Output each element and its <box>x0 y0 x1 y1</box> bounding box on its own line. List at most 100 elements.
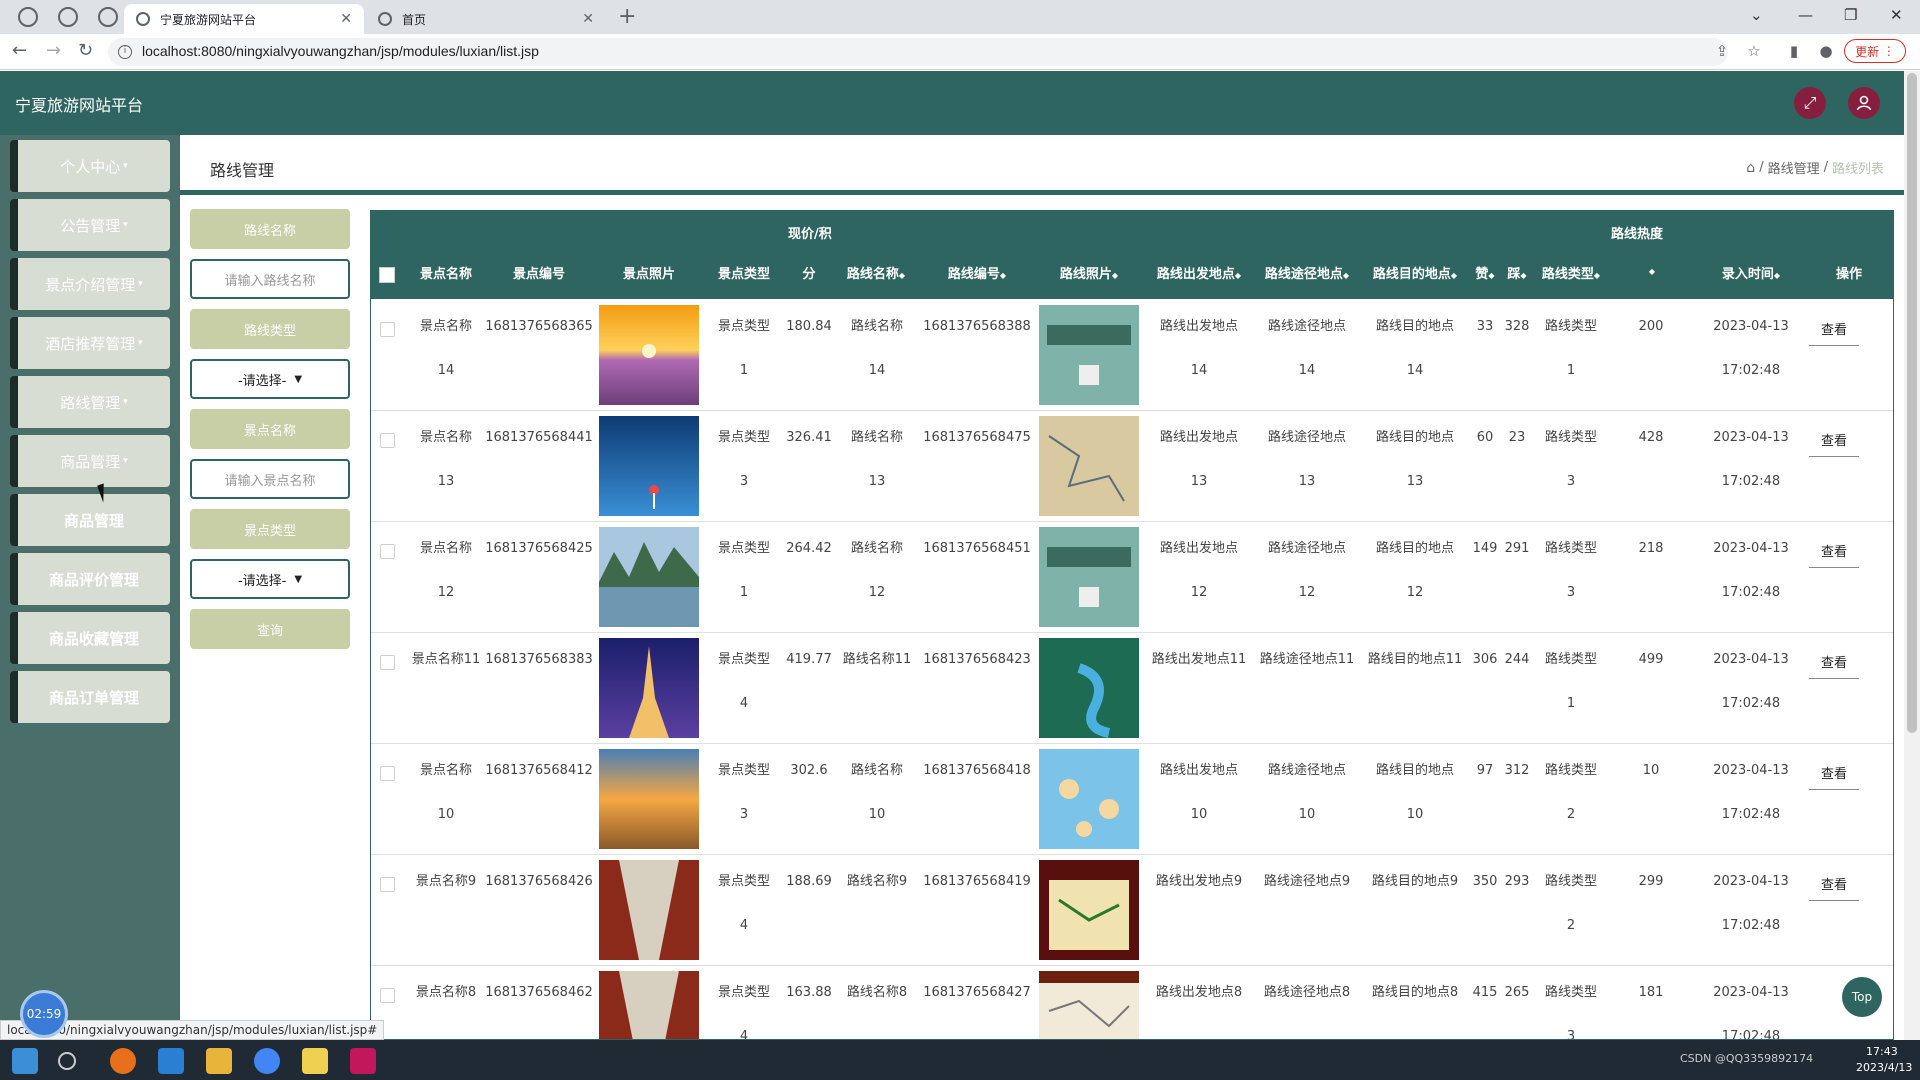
back-to-top-button[interactable]: Top <box>1842 977 1882 1017</box>
heat-cell: 499 <box>1638 652 1664 667</box>
chevron-down-icon[interactable]: ⌄ <box>1750 6 1763 24</box>
spot-type-select[interactable]: -请选择- ▼ <box>190 559 350 599</box>
sidebar-item-routes[interactable]: 路线管理 ▾ <box>10 376 170 428</box>
route-type-cell: 2 <box>1566 918 1576 933</box>
chrome-icon[interactable] <box>254 1048 280 1074</box>
sidebar-item-label: 酒店推荐管理 <box>45 334 136 353</box>
table-row: 景点名称 12 1681376568425 景点类型 1 264.42 路线名称… <box>371 522 1893 633</box>
route-name-input[interactable]: 请输入路线名称 <box>190 259 350 299</box>
intellij-icon[interactable] <box>350 1048 376 1074</box>
spot-name-input[interactable]: 请输入景点名称 <box>190 459 350 499</box>
sidebar-item-notice[interactable]: 公告管理 ▾ <box>10 199 170 251</box>
column-label: 路线出发地点 <box>1156 267 1235 282</box>
row-checkbox[interactable] <box>380 433 395 448</box>
scrollbar-thumb[interactable] <box>1907 73 1917 733</box>
via-cell: 路线途径地点9 <box>1263 874 1351 889</box>
column-header-sortable[interactable]: ◆ <box>1637 263 1667 278</box>
column-header-sortable[interactable]: 路线名称◆ <box>833 263 919 282</box>
row-checkbox[interactable] <box>380 322 395 337</box>
column-label: 路线名称 <box>846 267 899 282</box>
back-icon[interactable]: ← <box>12 40 27 61</box>
windows-start-icon[interactable] <box>12 1048 38 1074</box>
row-checkbox[interactable] <box>380 544 395 559</box>
close-icon[interactable]: ✕ <box>582 11 594 27</box>
view-button[interactable]: 查看 <box>1809 540 1859 568</box>
column-header-sortable[interactable]: 路线出发地点◆ <box>1147 263 1251 282</box>
spot-no-cell: 1681376568412 <box>485 763 593 778</box>
start-cell: 路线出发地点11 <box>1151 652 1247 667</box>
app-title: 宁夏旅游网站平台 <box>15 96 144 115</box>
sidebar-item-goods-favorite[interactable]: 商品收藏管理 <box>10 612 170 664</box>
tab-active[interactable]: 宁夏旅游网站平台 ✕ <box>124 4 364 34</box>
sidebar-item-goods-order[interactable]: 商品订单管理 <box>10 671 170 723</box>
sidebar-item-spots[interactable]: 景点介绍管理 ▾ <box>10 258 170 310</box>
column-header: 景点类型 <box>717 267 770 282</box>
url-bar[interactable]: i localhost:8080/ningxialvyouwangzhan/js… <box>108 38 1728 66</box>
tab-group-icon[interactable] <box>18 7 38 27</box>
row-checkbox[interactable] <box>380 877 395 892</box>
info-icon[interactable]: i <box>118 45 132 59</box>
window-close-icon[interactable]: ✕ <box>1890 6 1903 24</box>
page-scrollbar[interactable] <box>1904 71 1920 1040</box>
likes-cell: 33 <box>1476 319 1494 334</box>
column-header-sortable[interactable]: 踩◆ <box>1503 263 1531 282</box>
profile-icon[interactable]: ● <box>1818 43 1834 59</box>
breadcrumb-item[interactable]: 路线管理 <box>1768 158 1820 177</box>
view-button[interactable]: 查看 <box>1809 318 1859 346</box>
restore-icon[interactable]: ❐ <box>1844 6 1857 24</box>
sidebar-item-goods-review[interactable]: 商品评价管理 <box>10 553 170 605</box>
view-button[interactable]: 查看 <box>1809 651 1859 679</box>
vscode-icon[interactable] <box>158 1048 184 1074</box>
search-icon[interactable] <box>58 1052 76 1070</box>
minimize-icon[interactable]: — <box>1798 6 1813 24</box>
app-icon[interactable] <box>302 1048 328 1074</box>
reload-icon[interactable]: ↻ <box>78 40 93 61</box>
sidebar-item-goods-manage[interactable]: 商品管理 <box>10 494 170 546</box>
address-bar: ← → ↻ i localhost:8080/ningxialvyouwangz… <box>0 34 1920 70</box>
caret-down-icon: ▾ <box>135 279 143 289</box>
route-type-select[interactable]: -请选择- ▼ <box>190 359 350 399</box>
recording-timer[interactable]: 02:59 <box>20 990 68 1038</box>
view-button[interactable]: 查看 <box>1809 873 1859 901</box>
firefox-icon[interactable] <box>110 1048 136 1074</box>
sort-icon: ◆ <box>1111 271 1119 280</box>
column-header-sortable[interactable]: 路线目的地点◆ <box>1363 263 1467 282</box>
update-button[interactable]: 更新 ⋮ <box>1844 39 1906 63</box>
tab-group-icon[interactable] <box>98 7 118 27</box>
side-panel-icon[interactable]: ▮ <box>1786 43 1802 59</box>
sidebar-item-profile[interactable]: 个人中心 ▾ <box>10 140 170 192</box>
sidebar-item-hotels[interactable]: 酒店推荐管理 ▾ <box>10 317 170 369</box>
sidebar-item-goods[interactable]: 商品管理 ▾ <box>10 435 170 487</box>
fullscreen-icon[interactable]: ⤢ <box>1794 87 1826 119</box>
likes-cell: 60 <box>1476 430 1494 445</box>
column-header-sortable[interactable]: 路线照片◆ <box>1039 263 1139 282</box>
route-photo <box>1039 416 1139 516</box>
user-icon[interactable] <box>1848 87 1880 119</box>
column-header-sortable[interactable]: 路线途径地点◆ <box>1255 263 1359 282</box>
column-header-sortable[interactable]: 路线类型◆ <box>1531 263 1611 282</box>
tab-group-icon[interactable] <box>58 7 78 27</box>
query-button[interactable]: 查询 <box>190 609 350 649</box>
forward-icon[interactable]: → <box>46 40 61 61</box>
dest-cell: 路线目的地点9 <box>1371 874 1459 889</box>
route-name-cell: 14 <box>868 363 886 378</box>
dest-cell: 路线目的地点 <box>1375 541 1454 556</box>
close-icon[interactable]: ✕ <box>340 11 352 27</box>
column-header-sortable[interactable]: 路线编号◆ <box>927 263 1027 282</box>
select-all-checkbox[interactable] <box>379 267 395 283</box>
column-label: 录入时间 <box>1721 267 1774 282</box>
page-heading-bar: 路线管理 ⌂ / 路线管理 / 路线列表 <box>180 135 1904 195</box>
view-button[interactable]: 查看 <box>1809 762 1859 790</box>
bookmark-star-icon[interactable]: ☆ <box>1746 43 1762 59</box>
column-header-sortable[interactable]: 赞◆ <box>1471 263 1499 282</box>
file-explorer-icon[interactable] <box>206 1048 232 1074</box>
home-icon[interactable]: ⌂ <box>1746 160 1755 176</box>
view-button[interactable]: 查看 <box>1809 429 1859 457</box>
column-header-sortable[interactable]: 录入时间◆ <box>1691 263 1811 282</box>
row-checkbox[interactable] <box>380 988 395 1003</box>
tab-home[interactable]: 首页 ✕ <box>366 4 606 34</box>
new-tab-button[interactable]: + <box>618 4 636 29</box>
share-icon[interactable]: ⇪ <box>1714 43 1730 59</box>
row-checkbox[interactable] <box>380 655 395 670</box>
row-checkbox[interactable] <box>380 766 395 781</box>
